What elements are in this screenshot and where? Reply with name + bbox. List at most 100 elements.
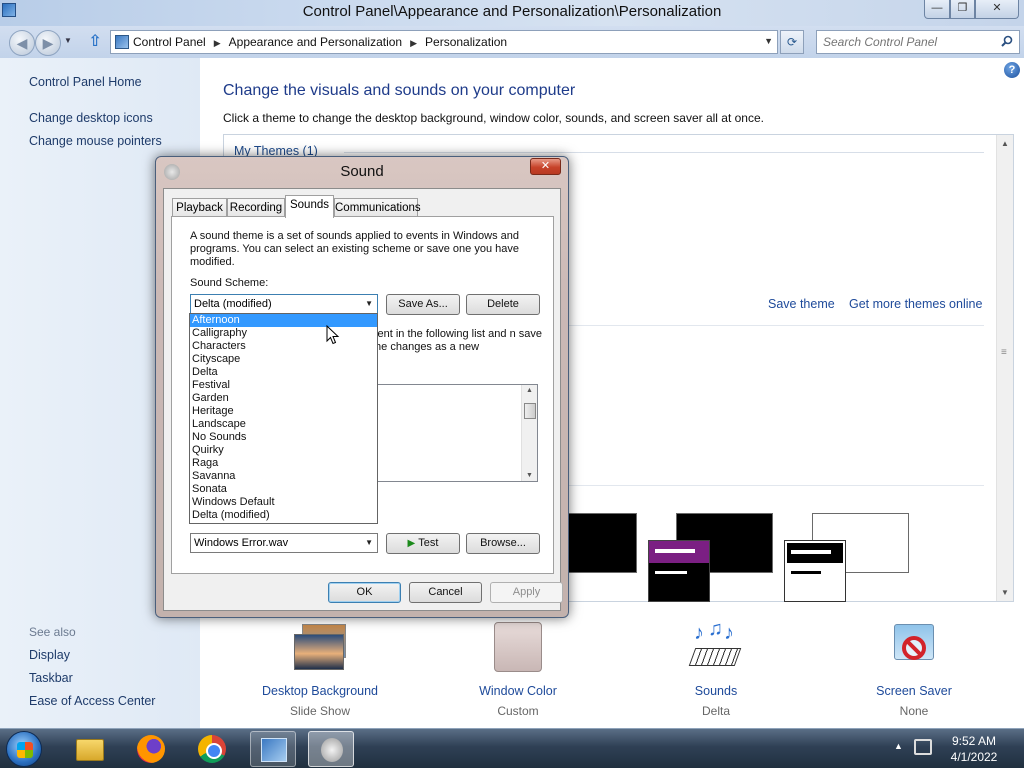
tab-sounds[interactable]: Sounds	[285, 195, 334, 218]
close-button[interactable]: ✕	[975, 0, 1019, 19]
delete-button[interactable]: Delete	[466, 294, 540, 315]
control-panel-home-link[interactable]: Control Panel Home	[29, 75, 142, 89]
sounds-select[interactable]: Windows Error.wav ▼	[190, 533, 378, 553]
speaker-icon	[321, 738, 343, 762]
desktop-background-label[interactable]: Desktop Background	[240, 684, 400, 698]
window-color-icon	[488, 622, 548, 678]
forward-button[interactable]: ▶	[35, 30, 61, 56]
themes-scrollbar[interactable]: ▲ ≡ ▼	[996, 135, 1013, 601]
scheme-option[interactable]: Raga	[190, 457, 377, 470]
tab-communications[interactable]: Communications	[334, 198, 421, 217]
browse-button[interactable]: Browse...	[466, 533, 540, 554]
dialog-close-button[interactable]: ✕	[530, 158, 561, 175]
ease-of-access-link[interactable]: Ease of Access Center	[29, 694, 155, 708]
show-hidden-icons-button[interactable]: ▲	[894, 741, 903, 751]
search-icon[interactable]	[1001, 35, 1013, 47]
desktop-background-icon	[290, 622, 350, 678]
change-desktop-icons-link[interactable]: Change desktop icons	[29, 111, 153, 125]
clock-time[interactable]: 9:52 AM	[944, 734, 1004, 748]
scheme-option[interactable]: Quirky	[190, 444, 377, 457]
taskbar-sound[interactable]	[308, 731, 354, 767]
save-theme-link[interactable]: Save theme	[768, 297, 835, 311]
breadcrumb-control-panel[interactable]: Control Panel	[133, 35, 206, 49]
play-icon: ▶	[407, 538, 416, 549]
chevron-down-icon[interactable]: ▼	[365, 295, 373, 313]
taskbar-control-panel[interactable]	[250, 731, 296, 767]
desktop-background-option[interactable]: Desktop Background Slide Show	[240, 622, 400, 718]
window-titlebar: Control Panel\Appearance and Personaliza…	[0, 0, 1024, 26]
start-button[interactable]	[6, 731, 42, 767]
change-mouse-pointers-link[interactable]: Change mouse pointers	[29, 134, 162, 148]
get-more-themes-link[interactable]: Get more themes online	[849, 297, 982, 311]
minimize-button[interactable]: —	[924, 0, 950, 19]
scroll-up-icon[interactable]: ▲	[526, 387, 533, 394]
taskbar-firefox[interactable]	[128, 731, 174, 767]
taskbar: ▲ 9:52 AM 4/1/2022	[0, 728, 1024, 768]
scheme-option[interactable]: Windows Default	[190, 496, 377, 509]
help-icon[interactable]: ?	[1004, 62, 1020, 78]
scheme-option[interactable]: Landscape	[190, 418, 377, 431]
tab-recording[interactable]: Recording	[227, 198, 285, 217]
sound-scheme-select[interactable]: Delta (modified) ▼	[190, 294, 378, 314]
breadcrumb-appearance[interactable]: Appearance and Personalization	[229, 35, 402, 49]
scheme-option[interactable]: Savanna	[190, 470, 377, 483]
theme-thumbnail-window[interactable]	[648, 540, 710, 602]
recent-pages-button[interactable]: ▼	[64, 36, 72, 45]
search-input[interactable]	[823, 32, 993, 52]
display-link[interactable]: Display	[29, 648, 70, 662]
scheme-option[interactable]: Festival	[190, 379, 377, 392]
window-color-label[interactable]: Window Color	[438, 684, 598, 698]
test-button[interactable]: ▶ Test	[386, 533, 460, 554]
address-bar[interactable]: Control Panel ▶ Appearance and Personaliza…	[110, 30, 778, 54]
chevron-down-icon[interactable]: ▼	[365, 534, 373, 552]
network-icon[interactable]	[914, 739, 932, 755]
up-arrow-icon[interactable]: ⇧	[86, 33, 104, 51]
sounds-option[interactable]: ♪ ♫ ♪ Sounds Delta	[636, 618, 796, 718]
sound-scheme-value: Delta (modified)	[194, 298, 272, 310]
window-color-option[interactable]: Window Color Custom	[438, 622, 598, 718]
tab-playback[interactable]: Playback	[172, 198, 227, 217]
clock-date[interactable]: 4/1/2022	[944, 750, 1004, 764]
scheme-option[interactable]: Heritage	[190, 405, 377, 418]
screen-saver-label[interactable]: Screen Saver	[834, 684, 994, 698]
back-button[interactable]: ◀	[9, 30, 35, 56]
scheme-option[interactable]: No Sounds	[190, 431, 377, 444]
breadcrumb-separator-icon[interactable]: ▶	[214, 38, 221, 48]
theme-thumbnail[interactable]	[564, 513, 637, 573]
scheme-option[interactable]: Characters	[190, 340, 377, 353]
scheme-option[interactable]: Delta (modified)	[190, 509, 377, 522]
save-as-button[interactable]: Save As...	[386, 294, 460, 315]
breadcrumb-personalization[interactable]: Personalization	[425, 35, 507, 49]
sounds-value: Delta	[701, 704, 730, 718]
theme-thumbnail-window[interactable]	[784, 540, 846, 602]
taskbar-link[interactable]: Taskbar	[29, 671, 73, 685]
sound-scheme-label: Sound Scheme:	[190, 277, 269, 289]
restore-button[interactable]: ❐	[950, 0, 975, 19]
taskbar-explorer[interactable]	[66, 731, 112, 767]
scheme-option[interactable]: Sonata	[190, 483, 377, 496]
scroll-down-icon[interactable]: ▼	[526, 472, 533, 479]
scheme-option[interactable]: Afternoon	[190, 314, 377, 327]
scroll-down-icon[interactable]: ▼	[1001, 588, 1009, 597]
scroll-thumb[interactable]	[524, 403, 536, 419]
breadcrumb-separator-icon[interactable]: ▶	[410, 38, 417, 48]
scroll-up-icon[interactable]: ▲	[1001, 139, 1009, 148]
taskbar-chrome[interactable]	[189, 731, 235, 767]
sounds-icon: ♪ ♫ ♪	[686, 618, 746, 678]
address-dropdown-icon[interactable]: ▼	[764, 36, 773, 46]
ok-button[interactable]: OK	[328, 582, 401, 603]
scheme-option[interactable]: Garden	[190, 392, 377, 405]
scheme-option[interactable]: Cityscape	[190, 353, 377, 366]
sound-scheme-dropdown-list[interactable]: Afternoon Calligraphy Characters Cityscape D…	[189, 313, 378, 524]
cancel-button[interactable]: Cancel	[409, 582, 482, 603]
scroll-thumb-grip-icon[interactable]: ≡	[1001, 347, 1007, 358]
page-description: Click a theme to change the desktop back…	[223, 111, 764, 125]
screen-saver-option[interactable]: Screen Saver None	[834, 622, 994, 718]
refresh-button[interactable]: ⟳	[780, 30, 804, 54]
firefox-icon	[137, 735, 165, 763]
scheme-option[interactable]: Delta	[190, 366, 377, 379]
scheme-option[interactable]: Calligraphy	[190, 327, 377, 340]
mouse-cursor-icon	[326, 325, 340, 345]
events-scrollbar[interactable]: ▲ ▼	[521, 385, 537, 481]
sounds-label[interactable]: Sounds	[636, 684, 796, 698]
